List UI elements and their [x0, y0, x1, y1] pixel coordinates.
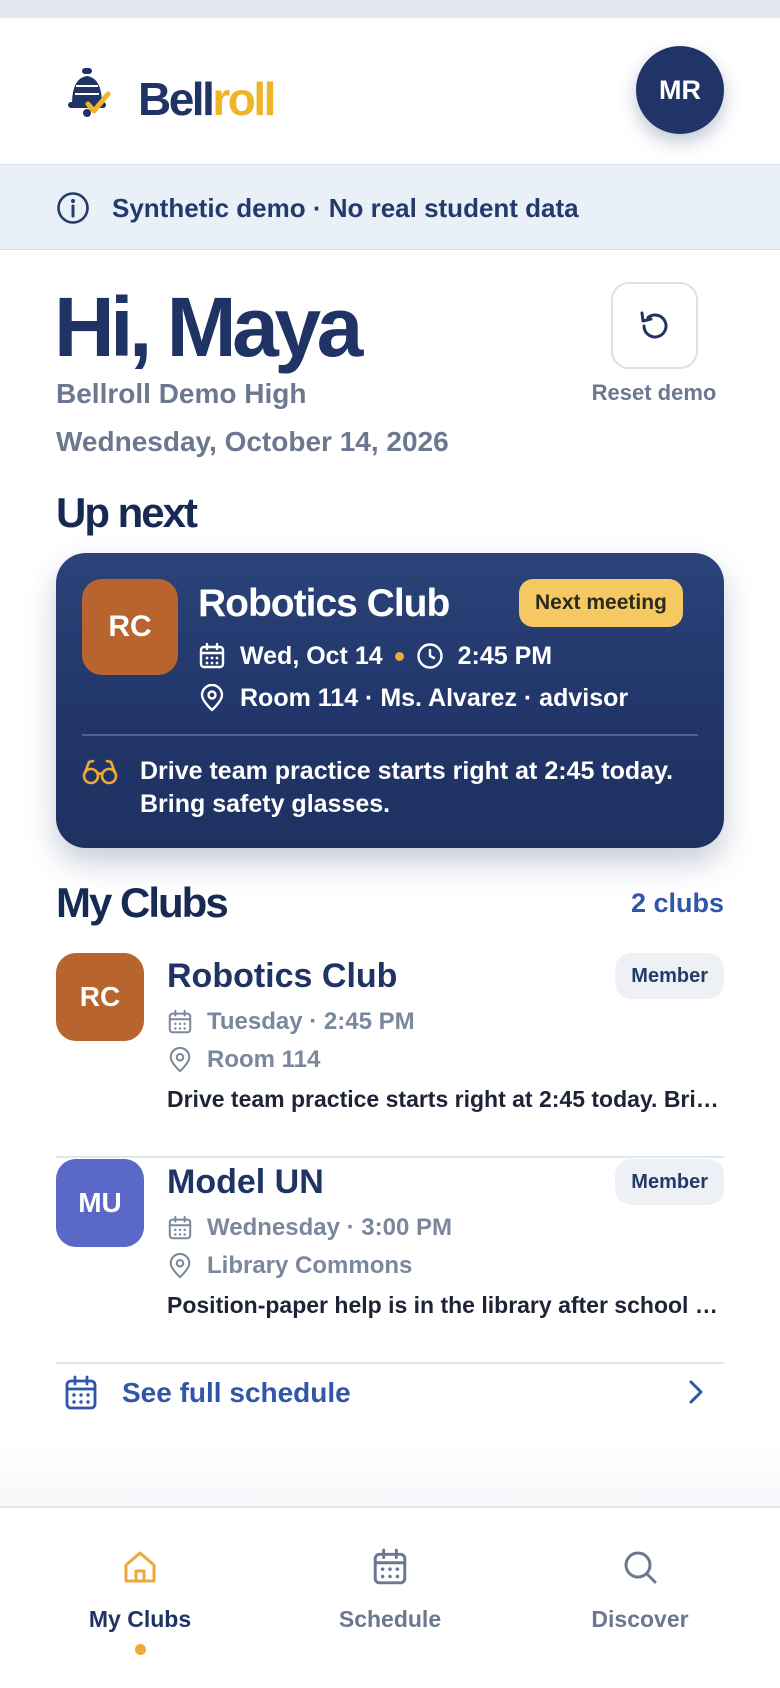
next-meeting-date: Wed, Oct 14	[240, 642, 383, 670]
info-icon	[56, 191, 90, 225]
demo-banner-rest: · No real student data	[305, 193, 579, 223]
demo-banner: Synthetic demo · No real student data	[0, 164, 780, 250]
club-schedule-row: Tuesday · 2:45 PM	[167, 1006, 415, 1038]
club-location: Room 114	[207, 1046, 321, 1073]
home-icon	[124, 1551, 156, 1583]
tab-discover[interactable]: Discover	[510, 1508, 770, 1658]
club-schedule-row: Wednesday · 3:00 PM	[167, 1212, 452, 1244]
calendar-icon	[168, 1215, 192, 1240]
member-role-badge: Member	[615, 953, 724, 999]
next-meeting-time: 2:45 PM	[457, 642, 553, 670]
club-note: Drive team practice starts right at 2:45…	[167, 1086, 724, 1112]
clock-icon	[416, 643, 443, 669]
school-name: Bellroll Demo High	[56, 378, 307, 409]
see-full-schedule-label: See full schedule	[122, 1377, 351, 1408]
active-tab-indicator	[134, 1644, 146, 1655]
club-location: Library Commons	[207, 1252, 413, 1279]
club-badge: RC	[56, 953, 144, 1041]
app-header: Bellroll MR	[0, 18, 780, 164]
next-meeting-pill: Next meeting	[519, 579, 683, 627]
my-clubs-heading: My Clubs	[56, 879, 229, 926]
club-list-item[interactable]: RC Robotics Club Member Tuesday · 2:45 P…	[56, 953, 724, 1158]
calendar-icon	[373, 1548, 407, 1585]
bell-check-logo-icon	[64, 66, 112, 120]
bottom-tab-bar: My Clubs Schedule Discover	[0, 1506, 780, 1688]
next-club-title: Robotics Club	[198, 582, 450, 625]
location-pin-icon	[169, 1253, 191, 1279]
calendar-icon	[199, 642, 225, 669]
tab-label: Discover	[591, 1606, 689, 1632]
club-location-row: Room 114	[167, 1044, 320, 1076]
next-meeting-card[interactable]: RC Robotics Club Next meeting Wed, Oct 1…	[56, 553, 724, 848]
current-date: Wednesday, October 14, 2026	[56, 426, 449, 457]
app-logo-text: Bellroll	[138, 72, 276, 126]
club-list-item[interactable]: MU Model UN Member Wednesday · 3:00 PM L…	[56, 1159, 724, 1364]
up-next-heading: Up next	[56, 489, 198, 536]
club-title: Model UN	[167, 1163, 324, 1201]
tab-label: Schedule	[338, 1606, 442, 1632]
status-strip	[0, 0, 780, 18]
tab-schedule[interactable]: Schedule	[260, 1508, 520, 1658]
user-avatar-button[interactable]: MR	[636, 46, 724, 134]
logo-part-roll: roll	[212, 73, 276, 125]
club-note: Position-paper help is in the library af…	[167, 1292, 724, 1318]
location-pin-icon	[169, 1047, 191, 1073]
next-meeting-location-row: Room 114 · Ms. Alvarez · advisor	[198, 681, 628, 715]
club-count: 2 clubs	[630, 888, 724, 918]
club-badge: MU	[56, 1159, 144, 1247]
member-role-badge: Member	[615, 1159, 724, 1205]
calendar-icon	[65, 1375, 97, 1410]
demo-banner-strong: Synthetic demo	[112, 193, 306, 223]
next-meeting-location: Room 114 · Ms. Alvarez · advisor	[240, 684, 629, 712]
club-location-row: Library Commons	[167, 1250, 412, 1282]
demo-banner-text: Synthetic demo · No real student data	[112, 191, 579, 225]
scroll-fade	[0, 1440, 780, 1506]
refresh-icon	[640, 311, 667, 338]
logo-part-bell: Bell	[138, 73, 215, 125]
separator-dot	[394, 651, 404, 661]
calendar-icon	[168, 1009, 192, 1034]
reset-demo-button[interactable]	[611, 282, 698, 369]
next-meeting-note: Drive team practice starts right at 2:45…	[140, 757, 674, 818]
chevron-right-icon	[689, 1380, 703, 1404]
see-full-schedule-link[interactable]: See full schedule	[56, 1363, 724, 1423]
card-divider	[82, 734, 698, 736]
next-meeting-datetime: Wed, Oct 14 2:45 PM	[198, 639, 552, 673]
club-badge: RC	[82, 579, 178, 675]
club-schedule: Wednesday · 3:00 PM	[207, 1214, 452, 1241]
tab-label: My Clubs	[88, 1606, 192, 1632]
tab-my-clubs[interactable]: My Clubs	[10, 1508, 270, 1658]
greeting-title: Hi, Maya	[54, 280, 363, 374]
club-schedule: Tuesday · 2:45 PM	[207, 1008, 415, 1035]
club-title: Robotics Club	[167, 957, 398, 995]
glasses-icon	[82, 757, 118, 787]
reset-demo-label[interactable]: Reset demo	[572, 380, 736, 406]
search-icon	[624, 1551, 657, 1584]
location-pin-icon	[200, 684, 224, 712]
